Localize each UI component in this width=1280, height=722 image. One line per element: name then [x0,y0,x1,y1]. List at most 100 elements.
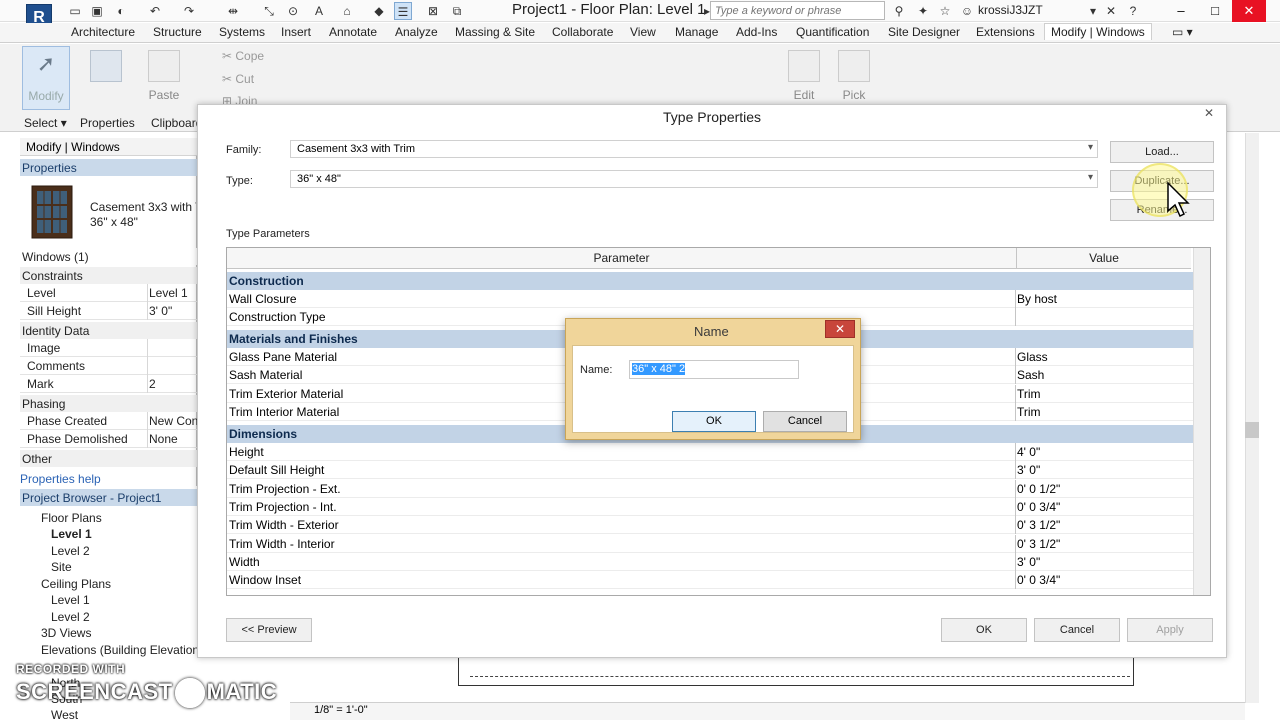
column-header-value[interactable]: Value [1016,248,1191,269]
sync-icon[interactable]: ◐ [112,2,130,20]
param-value[interactable]: 4' 0" [1017,445,1040,459]
param-value[interactable]: Trim [1017,405,1041,419]
name-ok-button[interactable]: OK [672,411,756,432]
paste-button[interactable]: Paste [140,46,188,110]
tab-systems[interactable]: Systems [219,25,265,39]
prop-row-comments[interactable]: Comments [20,357,197,375]
binoculars-icon[interactable]: ⚲ [890,2,908,20]
table-row[interactable]: Trim Width - Exterior 0' 3 1/2" [227,516,1195,534]
prop-row-image[interactable]: Image [20,339,197,357]
tab-architecture[interactable]: Architecture [71,25,135,39]
chevron-down-icon[interactable]: ▾ [1084,2,1102,20]
tree-floor-plan-site[interactable]: Site [51,560,72,574]
prop-value[interactable]: None [149,432,197,446]
tab-insert[interactable]: Insert [281,25,311,39]
canvas-scroll-thumb[interactable] [1245,422,1259,438]
3d-view-icon[interactable]: ⌂ [338,2,356,20]
group-other[interactable]: Other [20,450,197,467]
prop-row-mark[interactable]: Mark 2 [20,375,197,393]
subscription-icon[interactable]: ✦ [914,2,932,20]
type-selector-name[interactable]: Casement 3x3 with Trim [90,200,196,214]
thin-lines-icon[interactable]: ☰ [394,2,412,20]
user-name[interactable]: krossiJ3JZT [978,3,1043,17]
undo-icon[interactable]: ↶ [146,2,164,20]
close-icon[interactable]: ✕ [1232,0,1266,22]
table-row[interactable]: Wall Closure By host [227,290,1195,308]
param-value[interactable]: 0' 3 1/2" [1017,537,1060,551]
param-value[interactable]: Sash [1017,368,1044,382]
tab-site-designer[interactable]: Site Designer [888,25,960,39]
type-dropdown[interactable]: 36" x 48" ▾ [290,170,1098,188]
window-type-thumbnail[interactable] [22,180,82,246]
section-icon[interactable]: ◆ [370,2,388,20]
properties-help-link[interactable]: Properties help [20,472,101,486]
tab-collaborate[interactable]: Collaborate [552,25,613,39]
prop-value[interactable]: 2 [149,377,197,391]
param-value[interactable]: 0' 0 1/2" [1017,482,1060,496]
save-icon[interactable]: ▣ [88,2,106,20]
close-icon[interactable]: ✕ [825,320,855,338]
tab-annotate[interactable]: Annotate [329,25,377,39]
text-icon[interactable]: A [310,2,328,20]
param-value[interactable]: 0' 0 3/4" [1017,573,1060,587]
tree-floor-plans[interactable]: Floor Plans [41,511,102,525]
prop-value[interactable]: Level 1 [149,286,197,300]
param-value[interactable]: 3' 0" [1017,463,1040,477]
search-input[interactable] [710,1,885,20]
tag-icon[interactable]: ⊙ [284,2,302,20]
cut-button[interactable]: ✂ Cut [222,72,254,86]
grid-vertical-scrollbar[interactable] [1193,248,1210,595]
type-selector-size[interactable]: 36" x 48" [90,215,138,229]
table-row[interactable]: Window Inset 0' 0 3/4" [227,571,1195,589]
exchange-icon[interactable]: ✕ [1102,2,1120,20]
help-icon[interactable]: ? [1124,2,1142,20]
tree-ceiling-plan-level-1[interactable]: Level 1 [51,593,90,607]
minimize-icon[interactable]: – [1164,0,1198,22]
table-row[interactable]: Trim Width - Interior 0' 3 1/2" [227,535,1195,553]
tree-floor-plan-level-1[interactable]: Level 1 [51,527,92,541]
switch-windows-icon[interactable]: ⧉ [448,2,466,20]
ok-button[interactable]: OK [941,618,1027,642]
param-value[interactable]: 3' 0" [1017,555,1040,569]
modify-button[interactable]: ➚ Modify [22,46,70,110]
group-construction[interactable]: Construction [227,272,1195,290]
group-phasing[interactable]: Phasing [20,395,197,412]
prop-row-sill-height[interactable]: Sill Height 3' 0" [20,302,197,320]
param-value[interactable]: 0' 3 1/2" [1017,518,1060,532]
measure-icon[interactable]: ⇹ [224,2,242,20]
table-row[interactable]: Trim Projection - Int. 0' 0 3/4" [227,498,1195,516]
table-row[interactable]: Height 4' 0" [227,443,1195,461]
cancel-button[interactable]: Cancel [1034,618,1120,642]
group-constraints[interactable]: Constraints [20,267,197,284]
table-row[interactable]: Trim Projection - Ext. 0' 0 1/2" [227,480,1195,498]
canvas-vertical-scrollbar[interactable] [1245,133,1259,703]
tab-extensions[interactable]: Extensions [976,25,1035,39]
family-dropdown[interactable]: Casement 3x3 with Trim ▾ [290,140,1098,158]
open-icon[interactable]: ▭ [66,2,84,20]
favorites-star-icon[interactable]: ☆ [936,2,954,20]
view-scale[interactable]: 1/8" = 1'-0" [314,704,368,716]
tree-ceiling-plans[interactable]: Ceiling Plans [41,577,111,591]
tree-ceiling-plan-level-2[interactable]: Level 2 [51,610,90,624]
prop-value[interactable]: New Construction [149,414,197,428]
preview-button[interactable]: << Preview [226,618,312,642]
dimension-icon[interactable]: ⤡ [260,2,278,20]
panel-options-icon[interactable]: ▭ ▾ [1172,25,1193,39]
panel-select[interactable]: Select ▾ [24,116,67,130]
name-cancel-button[interactable]: Cancel [763,411,847,432]
tab-massing-site[interactable]: Massing & Site [455,25,535,39]
tree-elevations[interactable]: Elevations (Building Elevation) [41,643,203,657]
table-row[interactable]: Default Sill Height 3' 0" [227,461,1195,479]
maximize-icon[interactable]: □ [1198,0,1232,22]
tree-3d-views[interactable]: 3D Views [41,626,91,640]
group-identity-data[interactable]: Identity Data [20,322,197,339]
column-header-parameter[interactable]: Parameter [227,248,1016,269]
tab-structure[interactable]: Structure [153,25,202,39]
cope-button[interactable]: ✂ Cope [222,49,264,63]
param-value[interactable]: By host [1017,292,1057,306]
prop-value[interactable]: 3' 0" [149,304,197,318]
name-input[interactable]: 36" x 48" 2 [629,360,799,379]
prop-row-phase-demolished[interactable]: Phase Demolished None [20,430,197,448]
tab-quantification[interactable]: Quantification [796,25,869,39]
tab-view[interactable]: View [630,25,656,39]
